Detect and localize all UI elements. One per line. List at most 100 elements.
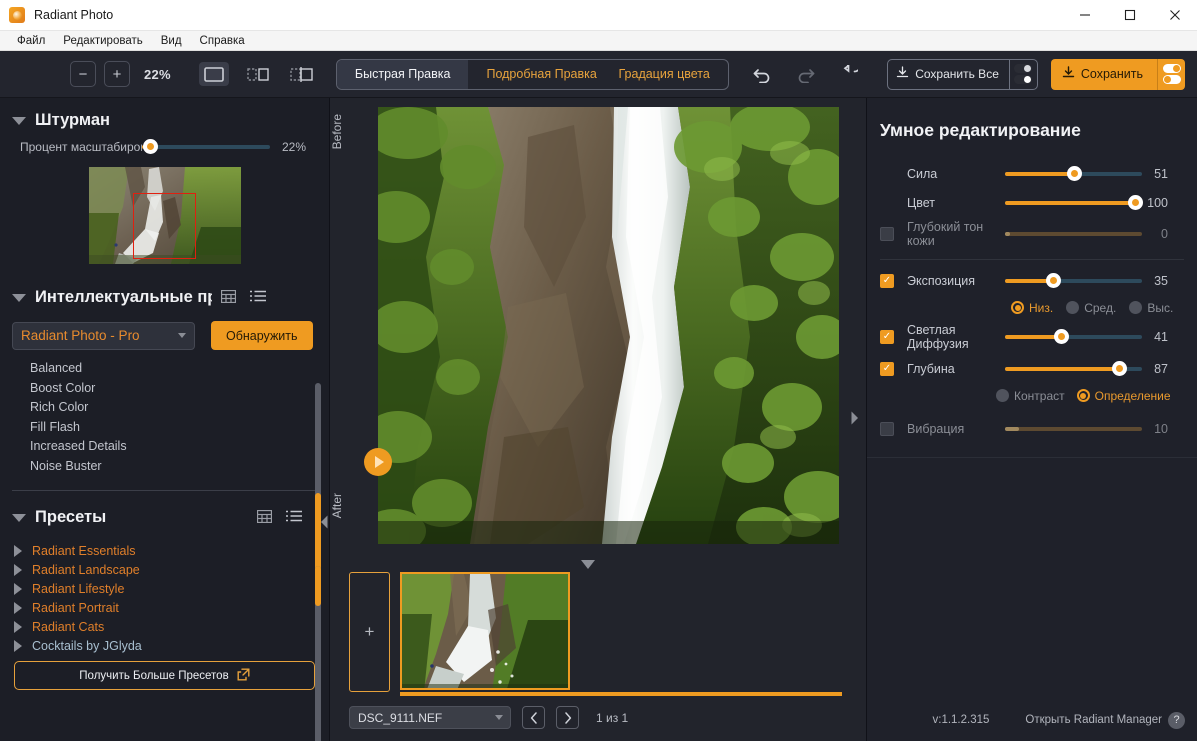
save-all-toggles[interactable] <box>1008 59 1037 89</box>
presets-scrollbar[interactable] <box>315 566 321 741</box>
menu-item-help[interactable]: Справка <box>191 31 254 51</box>
menu-item-file[interactable]: Файл <box>8 31 54 51</box>
deep-skin-tone-checkbox[interactable] <box>880 227 894 241</box>
save-all-button[interactable]: Сохранить Все <box>887 58 1038 90</box>
caret-right-icon[interactable] <box>14 620 22 633</box>
main-photo[interactable] <box>378 107 839 544</box>
exposure-slider[interactable] <box>1005 272 1142 288</box>
caret-down-icon[interactable] <box>12 513 26 522</box>
prev-photo-button[interactable] <box>522 706 545 729</box>
list-item[interactable]: Radiant Cats <box>14 617 329 636</box>
color-slider[interactable] <box>1005 194 1143 210</box>
single-view-icon[interactable] <box>198 62 229 86</box>
list-item[interactable]: Noise Buster <box>30 457 329 477</box>
profile-dropdown[interactable]: Radiant Photo - Pro <box>12 321 195 350</box>
radio-dot[interactable] <box>996 389 1009 402</box>
open-radiant-manager-link[interactable]: Открыть Radiant Manager <box>1025 714 1162 726</box>
list-item[interactable]: Balanced <box>30 359 329 379</box>
redo-icon[interactable] <box>795 63 817 85</box>
zoom-in-button[interactable]: + <box>104 61 130 87</box>
depth-slider[interactable] <box>1005 360 1142 376</box>
maximize-icon[interactable] <box>1107 0 1152 30</box>
grid-view-icon[interactable] <box>256 509 273 526</box>
depth-checkbox[interactable] <box>880 361 894 376</box>
tab-detailed-edit[interactable]: Подробная Правка <box>468 60 600 89</box>
list-view-icon[interactable] <box>286 510 302 526</box>
navigator-thumbnail[interactable] <box>88 167 241 264</box>
presets-section-header[interactable]: Пресеты <box>0 491 329 527</box>
minimize-icon[interactable] <box>1062 0 1107 30</box>
play-compare-icon[interactable] <box>364 448 392 476</box>
detect-button[interactable]: Обнаружить <box>211 321 313 350</box>
caret-right-icon[interactable] <box>14 639 22 652</box>
list-item[interactable]: Boost Color <box>30 379 329 399</box>
add-photo-button[interactable]: + <box>349 572 390 692</box>
collapse-right-panel-icon[interactable] <box>848 407 860 429</box>
caret-right-icon[interactable] <box>14 582 22 595</box>
toggle-a[interactable] <box>1014 64 1033 73</box>
toggle-c[interactable] <box>1162 64 1181 73</box>
tab-quick-edit[interactable]: Быстрая Правка <box>336 59 469 89</box>
menu-item-edit[interactable]: Редактировать <box>54 31 151 51</box>
caret-down-icon[interactable] <box>12 293 26 302</box>
slider-knob[interactable] <box>1112 360 1127 376</box>
file-dropdown[interactable]: DSC_9111.NEF <box>349 706 511 729</box>
smart-presets-scrollbar[interactable] <box>315 383 321 583</box>
get-more-presets-button[interactable]: Получить Больше Пресетов <box>14 661 315 690</box>
caret-down-icon[interactable] <box>581 560 595 569</box>
collapse-left-panel-icon[interactable] <box>318 511 330 533</box>
list-item[interactable]: Fill Flash <box>30 418 329 438</box>
save-toggles[interactable] <box>1157 58 1185 90</box>
slider-knob[interactable] <box>1067 165 1082 181</box>
caret-right-icon[interactable] <box>14 544 22 557</box>
navigator-crop-rect[interactable] <box>132 193 196 259</box>
radio-exposure-high[interactable]: Выс. <box>1129 301 1173 315</box>
radio-dot[interactable] <box>1076 389 1090 402</box>
list-item[interactable]: Radiant Portrait <box>14 598 329 617</box>
vibration-checkbox[interactable] <box>880 421 894 436</box>
list-item[interactable]: Radiant Essentials <box>14 541 329 560</box>
radio-exposure-medium[interactable]: Сред. <box>1066 301 1116 315</box>
undo-icon[interactable] <box>752 63 774 85</box>
radio-dot[interactable] <box>1129 301 1143 314</box>
before-after-view-icon[interactable] <box>287 62 317 86</box>
slider-knob[interactable] <box>1128 194 1143 210</box>
chevron-down-icon[interactable] <box>495 715 503 720</box>
split-view-icon[interactable] <box>243 62 273 86</box>
slider-knob[interactable] <box>1054 329 1069 344</box>
list-item[interactable]: Cocktails by JGlyda <box>14 636 329 655</box>
next-photo-button[interactable] <box>556 706 579 729</box>
save-button[interactable]: Сохранить <box>1050 58 1157 90</box>
vibration-slider[interactable] <box>1005 426 1142 431</box>
radio-exposure-low[interactable]: Низ. <box>1011 301 1053 315</box>
slider-knob[interactable] <box>143 139 158 154</box>
radio-depth-definition[interactable]: Определение <box>1076 389 1171 403</box>
smart-presets-section-header[interactable]: Интеллектуальные пресеты <box>0 264 329 307</box>
list-item[interactable]: Increased Details <box>30 437 329 457</box>
filmstrip-thumbnail[interactable] <box>400 572 570 690</box>
light-diffusion-slider[interactable] <box>1005 329 1142 344</box>
strength-slider[interactable] <box>1005 165 1142 181</box>
light-diffusion-checkbox[interactable] <box>880 330 894 344</box>
caret-down-icon[interactable] <box>12 116 26 125</box>
exposure-checkbox[interactable] <box>880 273 894 288</box>
radio-depth-contrast[interactable]: Контраст <box>996 389 1065 403</box>
deep-skin-tone-slider[interactable] <box>1005 232 1142 236</box>
toggle-d[interactable] <box>1162 75 1181 84</box>
radio-dot[interactable] <box>1066 301 1080 314</box>
caret-right-icon[interactable] <box>14 563 22 576</box>
list-item[interactable]: Radiant Landscape <box>14 560 329 579</box>
help-icon[interactable]: ? <box>1168 711 1185 729</box>
tab-color-grading[interactable]: Градация цвета <box>600 60 727 89</box>
caret-right-icon[interactable] <box>14 601 22 614</box>
list-view-icon[interactable] <box>250 290 266 306</box>
menu-item-view[interactable]: Вид <box>152 31 191 51</box>
navigator-zoom-slider[interactable] <box>142 139 270 154</box>
toggle-b[interactable] <box>1014 75 1033 84</box>
reset-icon[interactable] <box>838 63 860 85</box>
chevron-down-icon[interactable] <box>178 333 186 338</box>
list-item[interactable]: Rich Color <box>30 398 329 418</box>
grid-view-icon[interactable] <box>220 289 237 306</box>
zoom-out-button[interactable]: − <box>70 61 96 87</box>
list-item[interactable]: Radiant Lifestyle <box>14 579 329 598</box>
